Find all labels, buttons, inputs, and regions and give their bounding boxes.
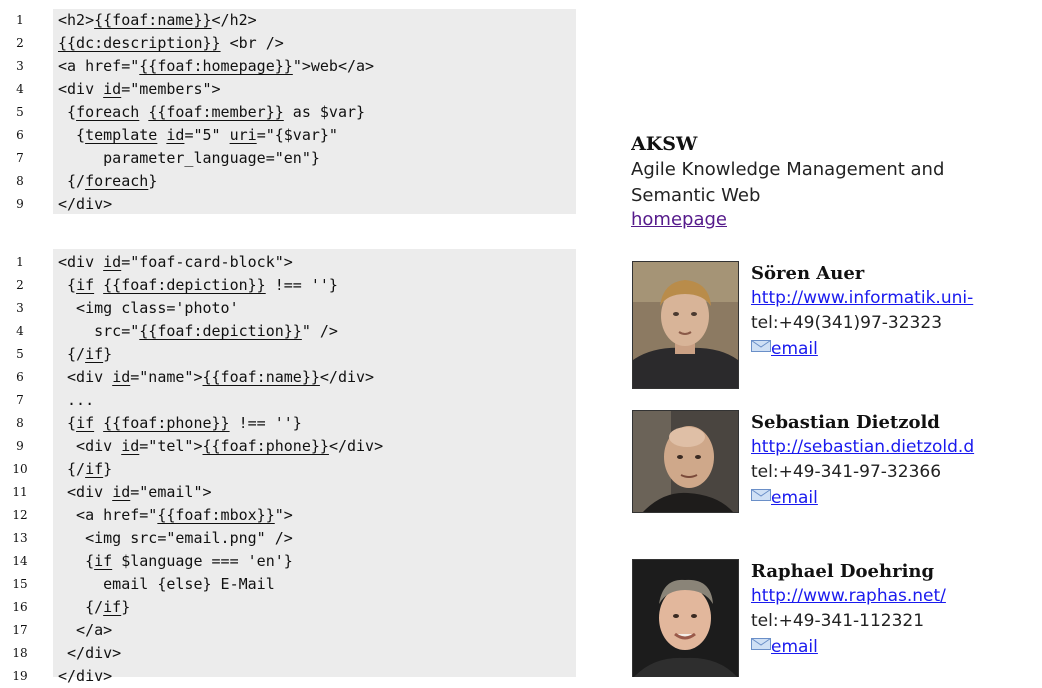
line-number: 6 [16, 128, 24, 142]
line-number: 1 [16, 255, 24, 269]
envelope-icon [751, 339, 771, 352]
line-number: 9 [16, 439, 24, 453]
line-number: 2 [16, 36, 24, 50]
line-number: 18 [12, 646, 28, 660]
line-number: 4 [16, 324, 24, 338]
code-text: parameter_language="en"} [58, 149, 320, 167]
member-url-link[interactable]: http://sebastian.dietzold.d [751, 435, 1042, 460]
code-text: src="{{foaf:depiction}}" /> [58, 322, 338, 340]
line-number: 7 [16, 393, 24, 407]
line-number: 3 [16, 59, 24, 73]
line-number: 15 [12, 577, 28, 591]
email-link[interactable]: email [751, 485, 1042, 510]
code-text: <img src="email.png" /> [58, 529, 293, 547]
code-listing-1: 1 <h2>{{foaf:name}}</h2> 2 {{dc:description… [16, 9, 576, 214]
line-number: 8 [16, 416, 24, 430]
member-card: Sebastian Dietzold http://sebastian.diet… [631, 410, 1042, 540]
line-number: 11 [12, 485, 28, 499]
code-text: </div> [58, 644, 122, 662]
line-number: 8 [16, 174, 24, 188]
line-number: 5 [16, 105, 24, 119]
code-text: <div id="tel">{{foaf:phone}}</div> [58, 437, 384, 455]
member-name: Raphael Doehring [751, 561, 935, 582]
member-phone: tel:+49(341)97-32323 [751, 313, 943, 333]
envelope-icon [751, 637, 771, 650]
line-number: 16 [12, 600, 28, 614]
code-text: {/foreach} [58, 172, 158, 190]
member-info: Raphael Doehring http://www.raphas.net/ … [751, 559, 1042, 659]
code-text: <div id="members"> [58, 80, 221, 98]
code-text: {if {{foaf:depiction}} !== ''} [58, 276, 338, 294]
code-text: <div id="name">{{foaf:name}}</div> [58, 368, 375, 386]
code-listing-2: 1 <div id="foaf-card-block"> 2 {if {{foaf:… [12, 249, 576, 685]
code-text: <h2>{{foaf:name}}</h2> [58, 11, 257, 29]
code-text: <img class='photo' [58, 299, 239, 317]
member-name: Sören Auer [751, 263, 865, 284]
code-text: {if $language === 'en'} [58, 552, 293, 570]
line-number: 13 [12, 531, 28, 545]
member-info: Sebastian Dietzold http://sebastian.diet… [751, 410, 1042, 510]
org-name: AKSW [631, 133, 698, 155]
code-text: {/if} [58, 598, 131, 616]
homepage-link[interactable]: homepage [631, 209, 727, 230]
rendered-preview: AKSW Agile Knowledge Management and Sema… [631, 0, 1042, 677]
member-photo [632, 559, 739, 677]
email-label: email [771, 488, 818, 508]
envelope-icon [751, 488, 771, 501]
code-text: <a href="{{foaf:homepage}}">web</a> [58, 57, 375, 75]
code-text: {{dc:description}} <br /> [58, 34, 284, 52]
line-number: 5 [16, 347, 24, 361]
member-card: Sören Auer http://www.informatik.uni- te… [631, 261, 1042, 391]
member-url-link[interactable]: http://www.informatik.uni- [751, 286, 1042, 311]
member-url-link[interactable]: http://www.raphas.net/ [751, 584, 1042, 609]
code-text: {/if} [58, 345, 113, 363]
member-phone: tel:+49-341-112321 [751, 611, 925, 631]
line-number: 10 [12, 462, 28, 476]
line-number: 3 [16, 301, 24, 315]
line-number: 1 [16, 13, 24, 27]
email-label: email [771, 637, 818, 657]
member-photo [632, 261, 739, 389]
code-text: <div id="foaf-card-block"> [58, 253, 293, 271]
line-number: 9 [16, 197, 24, 211]
code-text: ... [58, 391, 95, 409]
code-text: email {else} E-Mail [58, 575, 275, 593]
code-text: {template id="5" uri="{$var}" [58, 126, 338, 144]
code-text: {foreach {{foaf:member}} as $var} [58, 103, 366, 121]
line-number: 7 [16, 151, 24, 165]
line-number: 6 [16, 370, 24, 384]
line-number: 12 [12, 508, 28, 522]
email-link[interactable]: email [751, 634, 1042, 659]
member-phone: tel:+49-341-97-32366 [751, 462, 942, 482]
code-text: {/if} [58, 460, 113, 478]
line-number: 4 [16, 82, 24, 96]
code-text: </a> [58, 621, 113, 639]
line-number: 14 [12, 554, 28, 568]
member-name: Sebastian Dietzold [751, 412, 940, 433]
code-text: <a href="{{foaf:mbox}}"> [58, 506, 293, 524]
org-description: Agile Knowledge Management and Semantic … [631, 159, 945, 206]
code-text: </div> [58, 195, 113, 213]
email-label: email [771, 339, 818, 359]
line-number: 2 [16, 278, 24, 292]
member-photo [632, 410, 739, 513]
email-link[interactable]: email [751, 336, 1042, 361]
line-number: 17 [12, 623, 28, 637]
code-text: {if {{foaf:phone}} !== ''} [58, 414, 302, 432]
code-text: <div id="email"> [58, 483, 212, 501]
member-info: Sören Auer http://www.informatik.uni- te… [751, 261, 1042, 361]
member-card: Raphael Doehring http://www.raphas.net/ … [631, 559, 1042, 677]
